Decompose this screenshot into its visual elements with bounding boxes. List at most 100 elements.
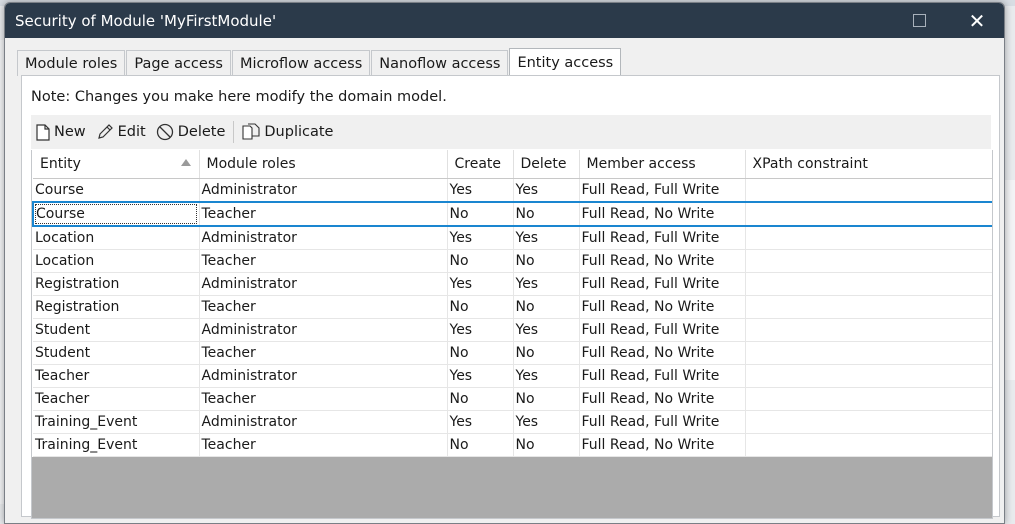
cell-xpath-constraint[interactable] [745, 364, 992, 388]
cell-create[interactable]: Yes [447, 272, 514, 296]
table-row[interactable]: Course Teacher No No Full Read, No Write [32, 201, 992, 227]
cell-xpath-constraint[interactable] [745, 249, 992, 273]
cell-delete[interactable]: No [513, 201, 580, 227]
cell-member-access[interactable]: Full Read, No Write [579, 249, 746, 273]
cell-create[interactable]: No [447, 295, 514, 319]
cell-delete[interactable]: Yes [513, 364, 580, 388]
cell-create[interactable]: Yes [447, 410, 514, 434]
cell-entity[interactable]: Student [33, 341, 200, 365]
tab-module-roles[interactable]: Module roles [17, 50, 126, 76]
cell-module-role[interactable]: Teacher [199, 201, 448, 227]
table-row[interactable]: Student Teacher No No Full Read, No Write [33, 341, 992, 365]
tab-entity-access[interactable]: Entity access [509, 48, 622, 76]
tab-microflow-access[interactable]: Microflow access [231, 50, 371, 76]
duplicate-button[interactable]: Duplicate [237, 118, 338, 146]
cell-module-role[interactable]: Teacher [199, 433, 448, 457]
cell-create[interactable]: No [447, 201, 514, 227]
cell-module-role[interactable]: Teacher [199, 249, 448, 273]
cell-member-access[interactable]: Full Read, No Write [579, 387, 746, 411]
cell-member-access[interactable]: Full Read, Full Write [579, 272, 746, 296]
cell-entity[interactable]: Registration [33, 295, 200, 319]
table-row[interactable]: Training_Event Administrator Yes Yes Full Re… [33, 410, 992, 434]
cell-module-role[interactable]: Administrator [199, 364, 448, 388]
cell-delete[interactable]: No [513, 433, 580, 457]
cell-delete[interactable]: No [513, 387, 580, 411]
cell-entity[interactable]: Registration [33, 272, 200, 296]
table-row[interactable]: Registration Teacher No No Full Read, No Wri… [33, 295, 992, 319]
tab-page-access[interactable]: Page access [126, 50, 231, 76]
cell-delete[interactable]: Yes [513, 178, 580, 203]
cell-module-role[interactable]: Administrator [199, 410, 448, 434]
cell-entity[interactable]: Course [33, 178, 200, 203]
entity-access-grid[interactable]: Entity Module roles Create Delete Member… [31, 150, 993, 519]
cell-create[interactable]: Yes [447, 178, 514, 203]
table-row[interactable]: Location Administrator Yes Yes Full Read, Fu… [33, 226, 992, 250]
cell-delete[interactable]: Yes [513, 318, 580, 342]
cell-xpath-constraint[interactable] [745, 410, 992, 434]
cell-module-role[interactable]: Administrator [199, 318, 448, 342]
cell-entity[interactable]: Location [33, 249, 200, 273]
column-header-xpath-constraint[interactable]: XPath constraint [745, 150, 992, 179]
cell-module-role[interactable]: Teacher [199, 341, 448, 365]
table-row[interactable]: Training_Event Teacher No No Full Read, No W… [33, 433, 992, 457]
cell-create[interactable]: No [447, 341, 514, 365]
cell-member-access[interactable]: Full Read, Full Write [579, 318, 746, 342]
cell-delete[interactable]: Yes [513, 226, 580, 250]
column-header-delete[interactable]: Delete [513, 150, 580, 179]
cell-delete[interactable]: Yes [513, 272, 580, 296]
cell-xpath-constraint[interactable] [745, 272, 992, 296]
cell-delete[interactable]: Yes [513, 410, 580, 434]
cell-member-access[interactable]: Full Read, No Write [579, 341, 746, 365]
cell-entity[interactable]: Training_Event [33, 410, 200, 434]
cell-xpath-constraint[interactable] [745, 295, 992, 319]
cell-delete[interactable]: No [513, 249, 580, 273]
cell-module-role[interactable]: Administrator [199, 178, 448, 203]
column-header-module-roles[interactable]: Module roles [199, 150, 448, 179]
cell-delete[interactable]: No [513, 295, 580, 319]
cell-xpath-constraint[interactable] [745, 387, 992, 411]
cell-xpath-constraint[interactable] [745, 178, 992, 203]
new-button[interactable]: New [31, 118, 91, 146]
cell-create[interactable]: No [447, 249, 514, 273]
cell-xpath-constraint[interactable] [745, 226, 992, 250]
cell-entity[interactable]: Student [33, 318, 200, 342]
column-header-create[interactable]: Create [447, 150, 514, 179]
cell-xpath-constraint[interactable] [745, 433, 992, 457]
cell-member-access[interactable]: Full Read, No Write [579, 433, 746, 457]
cell-xpath-constraint[interactable] [745, 341, 992, 365]
cell-create[interactable]: Yes [447, 318, 514, 342]
cell-xpath-constraint[interactable] [745, 318, 992, 342]
table-row[interactable]: Teacher Teacher No No Full Read, No Write [33, 387, 992, 411]
column-header-entity[interactable]: Entity [33, 150, 200, 179]
cell-module-role[interactable]: Teacher [199, 295, 448, 319]
cell-create[interactable]: No [447, 433, 514, 457]
cell-create[interactable]: Yes [447, 226, 514, 250]
close-button[interactable]: ✕ [954, 3, 1000, 38]
cell-xpath-constraint[interactable] [745, 201, 992, 227]
table-row[interactable]: Student Administrator Yes Yes Full Read, Ful… [33, 318, 992, 342]
tab-nanoflow-access[interactable]: Nanoflow access [371, 50, 509, 76]
table-row[interactable]: Location Teacher No No Full Read, No Write [33, 249, 992, 273]
cell-member-access[interactable]: Full Read, Full Write [579, 364, 746, 388]
cell-member-access[interactable]: Full Read, Full Write [579, 226, 746, 250]
table-row[interactable]: Course Administrator Yes Yes Full Read, Full… [33, 178, 992, 203]
cell-entity[interactable]: Teacher [33, 387, 200, 411]
cell-member-access[interactable]: Full Read, No Write [579, 295, 746, 319]
cell-entity[interactable]: Course [32, 201, 200, 227]
cell-entity[interactable]: Location [33, 226, 200, 250]
maximize-button[interactable] [896, 3, 942, 38]
cell-module-role[interactable]: Administrator [199, 226, 448, 250]
column-header-member-access[interactable]: Member access [579, 150, 746, 179]
cell-delete[interactable]: No [513, 341, 580, 365]
cell-entity[interactable]: Teacher [33, 364, 200, 388]
edit-button[interactable]: Edit [91, 118, 151, 146]
cell-module-role[interactable]: Administrator [199, 272, 448, 296]
cell-create[interactable]: Yes [447, 364, 514, 388]
delete-button[interactable]: Delete [151, 118, 231, 146]
cell-member-access[interactable]: Full Read, Full Write [579, 410, 746, 434]
table-row[interactable]: Registration Administrator Yes Yes Full Read… [33, 272, 992, 296]
cell-member-access[interactable]: Full Read, Full Write [579, 178, 746, 203]
cell-create[interactable]: No [447, 387, 514, 411]
cell-module-role[interactable]: Teacher [199, 387, 448, 411]
table-row[interactable]: Teacher Administrator Yes Yes Full Read, Ful… [33, 364, 992, 388]
